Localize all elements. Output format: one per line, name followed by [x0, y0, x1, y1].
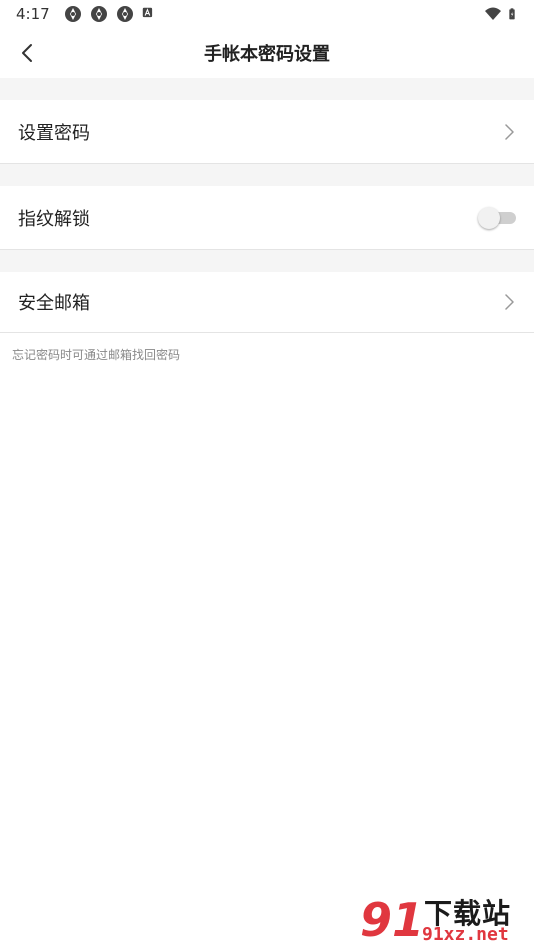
- page-title: 手帐本密码设置: [204, 44, 330, 65]
- chevron-right-icon: [505, 123, 514, 140]
- nav-bar: 手帐本密码设置: [0, 28, 534, 78]
- chevron-left-icon: [22, 44, 32, 62]
- status-left: 4:17: [16, 5, 156, 23]
- watermark-logo: 91 下载站 91xz.net: [360, 892, 530, 948]
- email-hint-text: 忘记密码时可通过邮箱找回密码: [12, 348, 181, 362]
- watermark-domain: 91xz.net: [422, 924, 509, 945]
- battery-icon: [509, 8, 515, 20]
- section-gap: [0, 250, 534, 272]
- watermark-badge: 91: [360, 893, 425, 947]
- status-time: 4:17: [16, 5, 50, 23]
- status-right: [484, 5, 520, 23]
- wifi-icon: [485, 7, 501, 20]
- set-password-row[interactable]: 设置密码: [0, 100, 534, 164]
- fingerprint-toggle[interactable]: [478, 206, 518, 229]
- sync-icon: [64, 6, 81, 22]
- security-email-row[interactable]: 安全邮箱: [0, 272, 534, 333]
- sync-icon: [90, 6, 107, 22]
- security-email-label: 安全邮箱: [18, 293, 90, 314]
- status-bar: 4:17: [0, 0, 534, 28]
- sync-icon: [116, 6, 133, 22]
- chevron-right-icon: [505, 294, 514, 310]
- fingerprint-unlock-row: 指纹解锁: [0, 186, 534, 250]
- fingerprint-unlock-label: 指纹解锁: [18, 208, 90, 230]
- toggle-knob: [478, 206, 500, 229]
- set-password-label: 设置密码: [18, 122, 90, 144]
- a-icon: [142, 7, 152, 18]
- back-button[interactable]: [10, 36, 44, 70]
- section-gap: [0, 78, 534, 100]
- section-gap: [0, 164, 534, 186]
